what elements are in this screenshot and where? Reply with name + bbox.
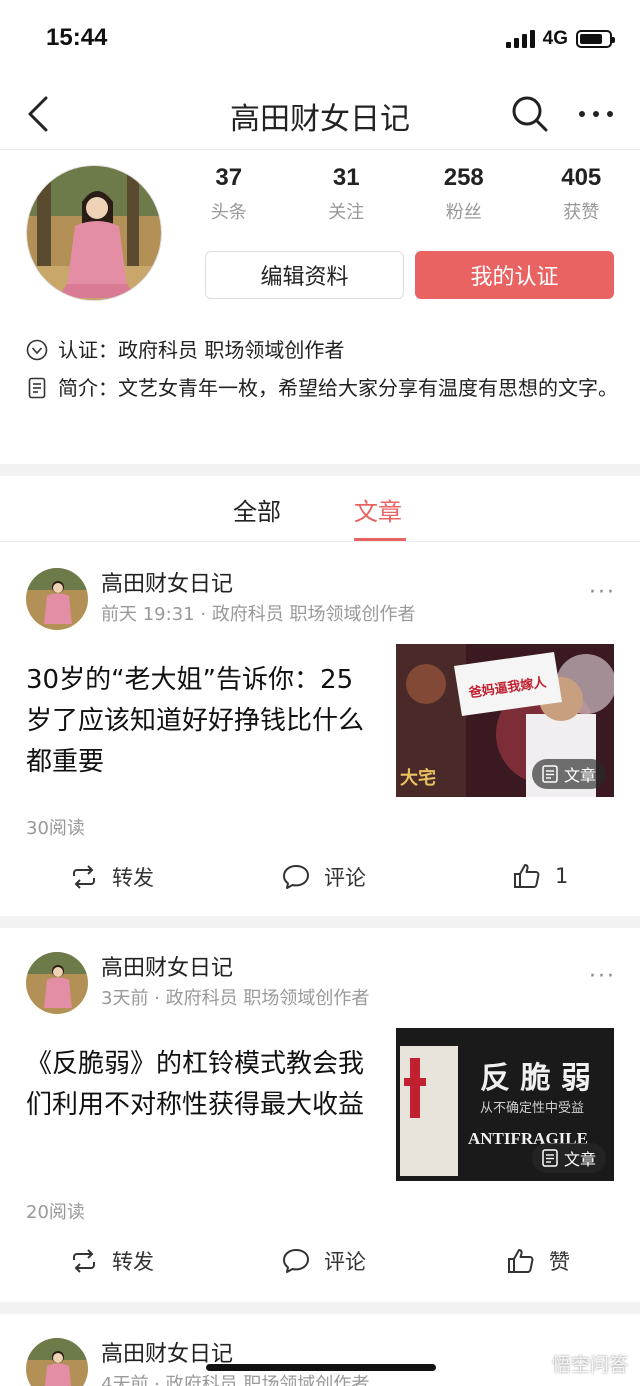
author-name[interactable]: 高田财女日记 xyxy=(101,566,233,598)
stat-headlines[interactable]: 37 头条 xyxy=(170,164,288,224)
signal-icon xyxy=(505,30,535,48)
verification-line: 认证：政府科员 职场领域创作者 xyxy=(26,336,618,364)
stat-value: 405 xyxy=(561,164,602,191)
comment-button[interactable]: 评论 xyxy=(282,862,366,892)
author-avatar[interactable] xyxy=(26,568,88,630)
like-label: 赞 xyxy=(549,1250,570,1274)
profile-stats: 37 头条 31 关注 258 粉丝 405 获赞 xyxy=(170,164,640,224)
document-icon xyxy=(28,377,46,399)
stat-label: 关注 xyxy=(328,202,365,223)
thumb-book-title: 反 脆 弱 xyxy=(480,1061,591,1096)
article-badge: 文章 xyxy=(531,1143,606,1173)
active-tab-indicator xyxy=(354,538,406,541)
section-divider xyxy=(0,464,640,476)
share-button[interactable]: 转发 xyxy=(70,1246,154,1276)
intro-line: 简介：文艺女青年一枚，希望给大家分享有温度有思想的文字。 xyxy=(26,374,618,402)
stat-label: 获赞 xyxy=(563,202,600,223)
battery-level xyxy=(580,34,603,44)
thumbs-up-icon xyxy=(514,864,540,888)
share-label: 转发 xyxy=(112,866,154,890)
post-card[interactable]: 高田财女日记 3天前 · 政府科员 职场领域创作者 ··· 《反脆弱》的杠铃模式… xyxy=(0,928,640,1303)
search-icon[interactable] xyxy=(508,92,552,136)
author-name[interactable]: 高田财女日记 xyxy=(101,950,233,982)
wukong-logo-icon xyxy=(526,1353,547,1374)
profile-avatar[interactable] xyxy=(26,165,162,301)
post-divider xyxy=(0,1302,640,1314)
comment-label: 评论 xyxy=(324,1250,366,1274)
stat-followers[interactable]: 258 粉丝 xyxy=(405,164,523,224)
comment-label: 评论 xyxy=(324,866,366,890)
post-divider xyxy=(0,916,640,928)
badge-label: 文章 xyxy=(563,766,596,785)
post-meta: 3天前 · 政府科员 职场领域创作者 xyxy=(101,988,370,1009)
stat-value: 31 xyxy=(332,164,360,191)
watermark-text: 悟空问答 xyxy=(551,1354,628,1376)
author-avatar[interactable] xyxy=(26,1338,88,1386)
share-icon xyxy=(73,1249,95,1273)
post-actions: 转发 评论 1 xyxy=(0,862,640,902)
share-button[interactable]: 转发 xyxy=(70,862,154,892)
author-avatar[interactable] xyxy=(26,952,88,1014)
share-icon xyxy=(73,865,95,889)
thumb-book-subtitle: 从不确定性中受益 xyxy=(480,1101,584,1116)
watermark: 悟空问答 xyxy=(526,1350,628,1377)
status-time: 15:44 xyxy=(46,24,108,51)
thumbs-up-icon xyxy=(508,1249,534,1273)
content-tabs: 全部 文章 xyxy=(0,476,640,542)
comment-icon xyxy=(283,1249,309,1273)
intro-text: 简介：文艺女青年一枚，希望给大家分享有温度有思想的文字。 xyxy=(58,376,618,400)
status-bar: 15:44 4G xyxy=(0,0,640,78)
post-title[interactable]: 《反脆弱》的杠铃模式教会我们利用不对称性获得最大收益 xyxy=(26,1044,376,1126)
status-indicators: 4G xyxy=(505,28,615,50)
post-thumbnail[interactable]: 爸妈逼我嫁人 大宅 文章 xyxy=(396,644,614,797)
post-title[interactable]: 30岁的“老大姐”告诉你：25岁了应该知道好好挣钱比什么都重要 xyxy=(26,660,376,783)
verification-text: 认证：政府科员 职场领域创作者 xyxy=(58,338,345,362)
post-meta: 前天 19:31 · 政府科员 职场领域创作者 xyxy=(101,604,416,625)
battery-icon xyxy=(576,30,615,48)
verified-icon xyxy=(26,339,48,361)
comment-icon xyxy=(283,865,309,889)
tab-article[interactable]: 文章 xyxy=(354,492,402,527)
like-count: 1 xyxy=(555,864,569,888)
stat-label: 粉丝 xyxy=(445,202,482,223)
stat-label: 头条 xyxy=(210,202,247,223)
like-button[interactable]: 赞 xyxy=(507,1246,570,1276)
thumb-corner-text: 大宅 xyxy=(400,767,436,789)
edit-profile-button[interactable]: 编辑资料 xyxy=(205,251,404,299)
article-icon xyxy=(542,1149,558,1167)
comment-button[interactable]: 评论 xyxy=(282,1246,366,1276)
stat-value: 37 xyxy=(215,164,243,191)
read-count: 30阅读 xyxy=(26,818,85,839)
share-label: 转发 xyxy=(112,1250,154,1274)
more-icon[interactable]: ··· xyxy=(589,964,616,989)
more-icon[interactable]: ··· xyxy=(589,580,616,605)
network-type: 4G xyxy=(542,28,568,49)
stat-following[interactable]: 31 关注 xyxy=(288,164,406,224)
my-verification-button[interactable]: 我的认证 xyxy=(415,251,614,299)
stat-value: 258 xyxy=(443,164,484,191)
post-card[interactable]: 高田财女日记 前天 19:31 · 政府科员 职场领域创作者 ··· 30岁的“… xyxy=(0,544,640,916)
article-icon xyxy=(542,765,558,783)
more-icon[interactable] xyxy=(574,92,618,136)
stat-likes[interactable]: 405 获赞 xyxy=(523,164,640,224)
tab-all[interactable]: 全部 xyxy=(233,492,281,527)
article-badge: 文章 xyxy=(531,759,606,789)
nav-bar: 高田财女日记 xyxy=(0,78,640,150)
badge-label: 文章 xyxy=(563,1150,596,1169)
home-indicator[interactable] xyxy=(206,1364,436,1371)
post-actions: 转发 评论 赞 xyxy=(0,1246,640,1286)
like-button[interactable]: 1 xyxy=(513,862,568,890)
read-count: 20阅读 xyxy=(26,1202,85,1223)
post-meta: 4天前 · 政府科员 职场领域创作者 xyxy=(101,1374,370,1386)
post-thumbnail[interactable]: 反 脆 弱 从不确定性中受益 ANTIFRAGILE 文章 xyxy=(396,1028,614,1181)
